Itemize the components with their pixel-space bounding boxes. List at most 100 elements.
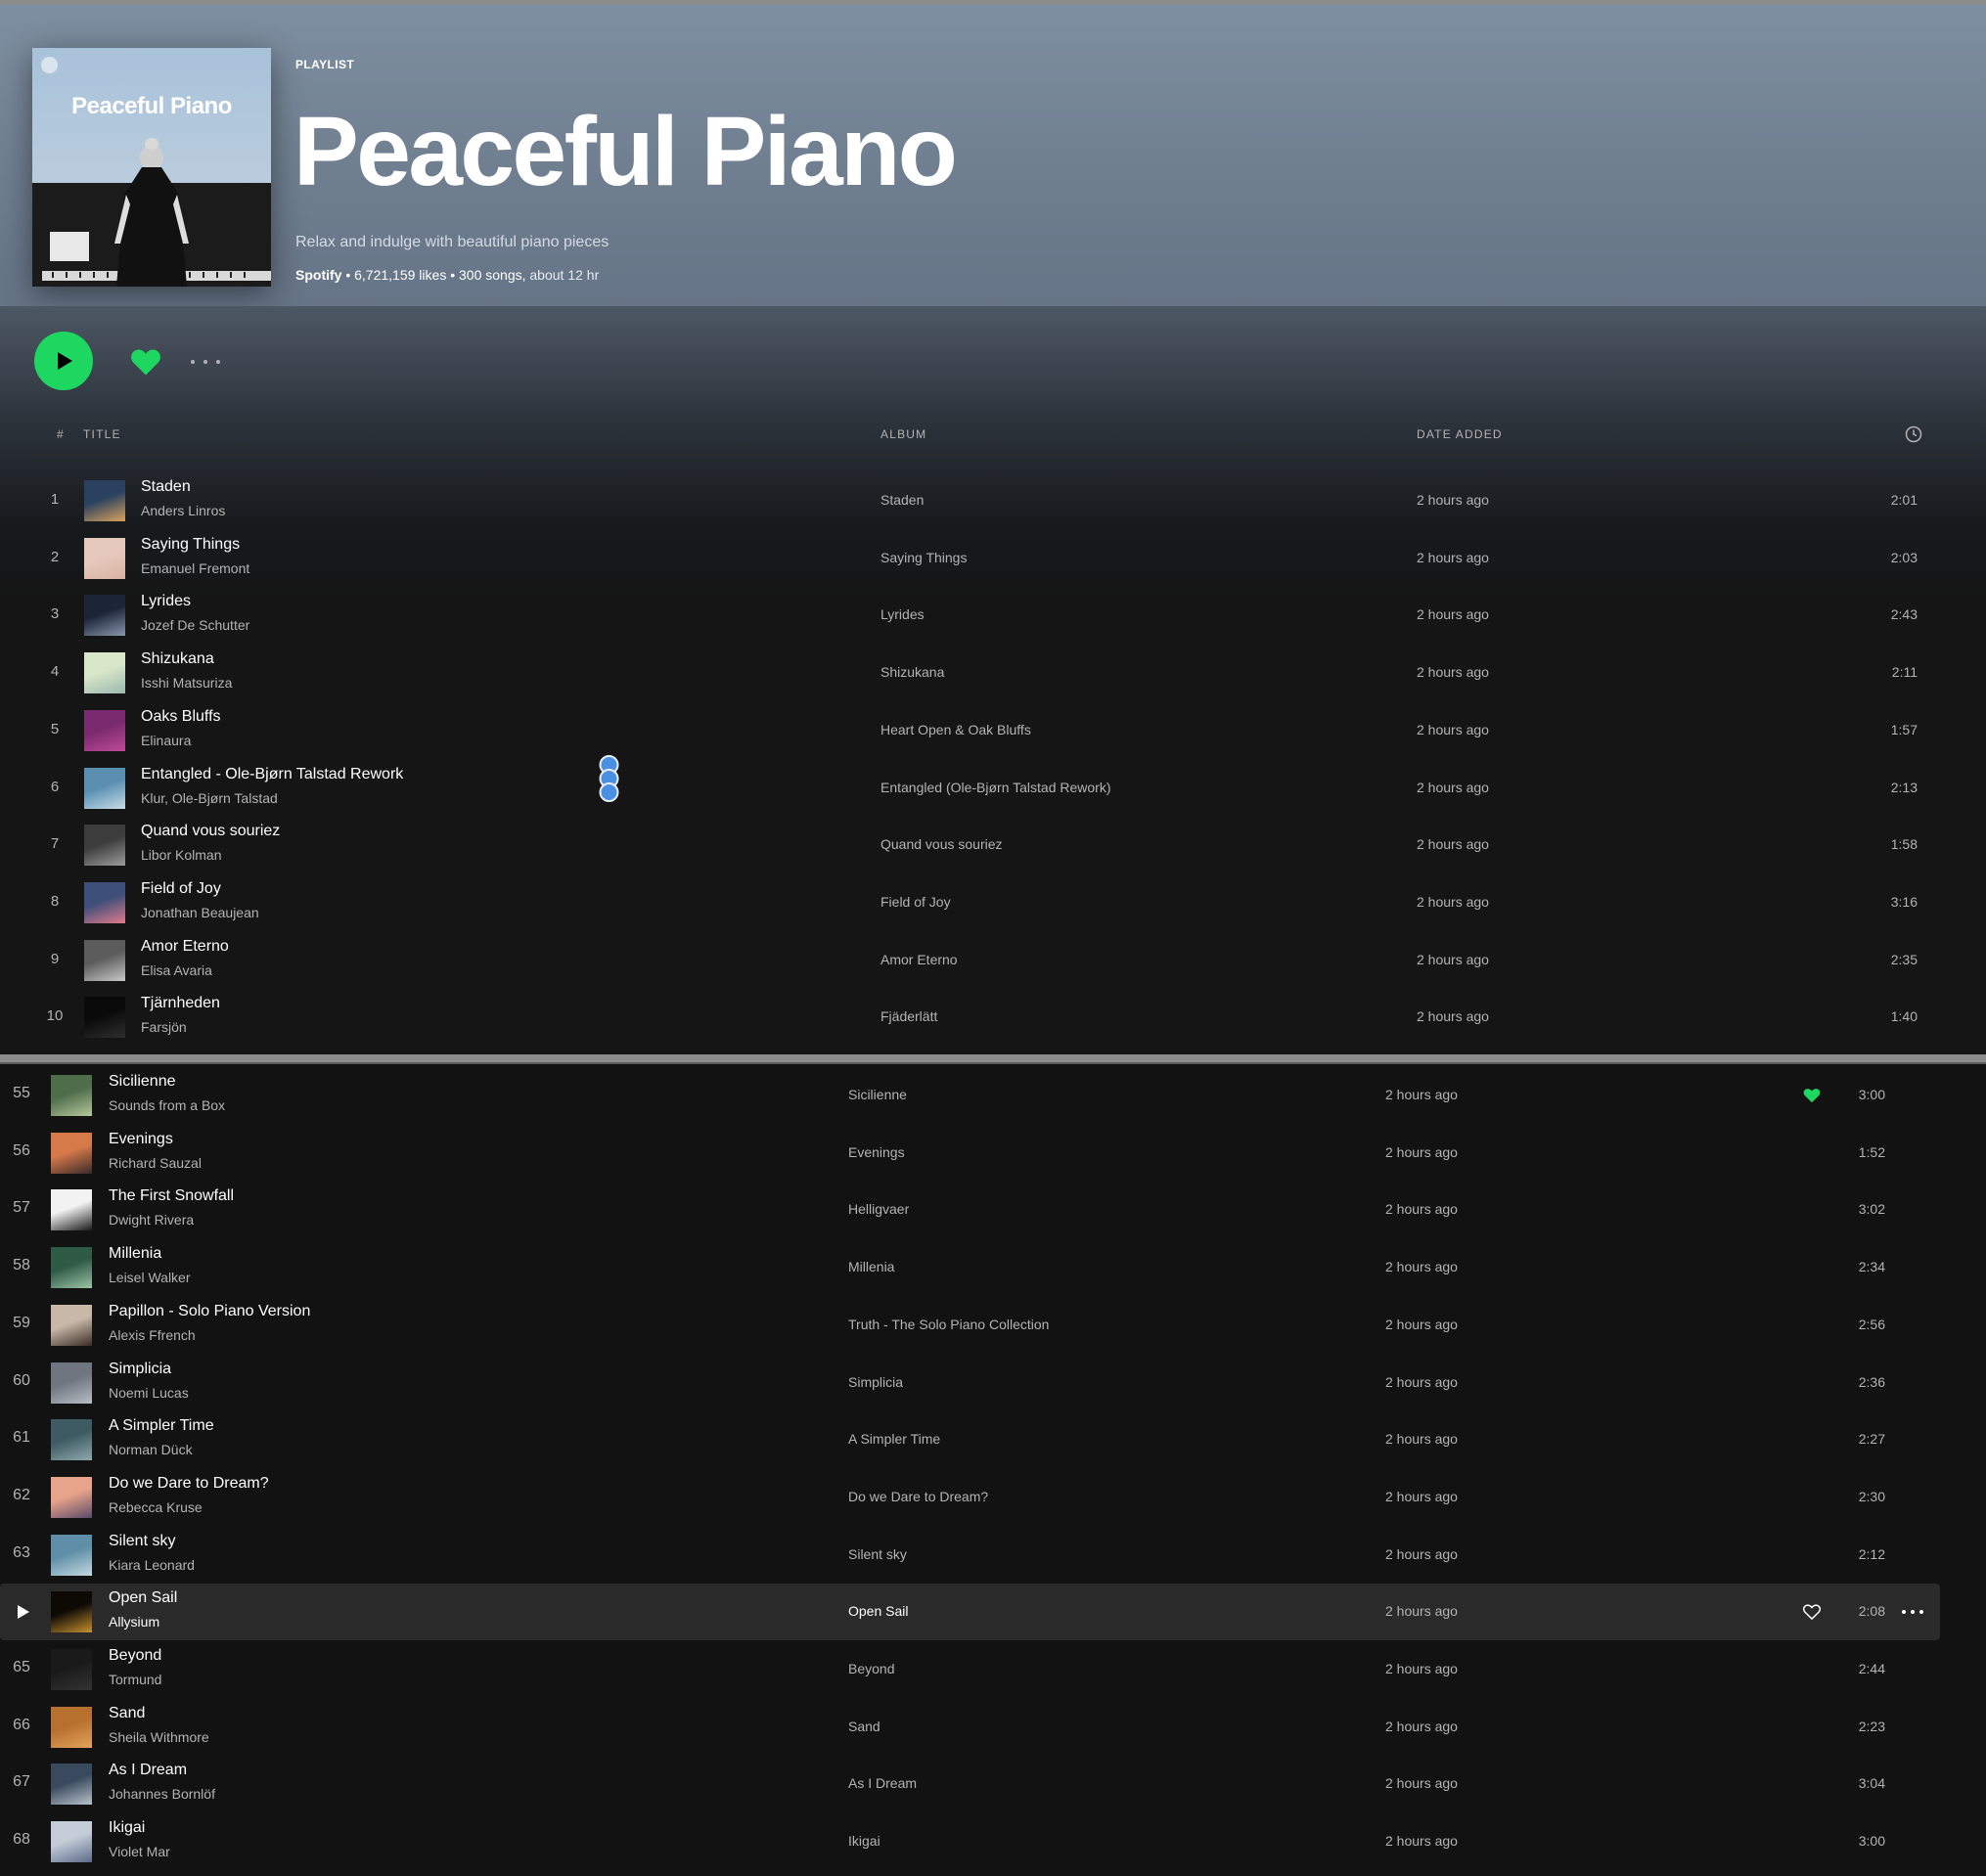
row-more-options-button[interactable]	[1902, 1601, 1923, 1623]
track-row[interactable]: 67 As I Dream Johannes Bornlöf As I Dream 2 …	[0, 1756, 1940, 1812]
heart-filled-icon[interactable]	[1802, 1086, 1822, 1105]
track-row[interactable]: 62 Do we Dare to Dream? Rebecca Kruse Do we…	[0, 1469, 1940, 1526]
track-album[interactable]: Staden	[880, 492, 924, 508]
track-row[interactable]: 2 Saying Things Emanuel Fremont Saying Thin…	[0, 530, 1986, 587]
track-row[interactable]: 6 Entangled - Ole-Bjørn Talstad Rework Klu…	[0, 760, 1986, 817]
owner-link[interactable]: Spotify	[295, 267, 341, 283]
track-title[interactable]: Sand	[109, 1705, 145, 1722]
playlist-cover[interactable]: Peaceful Piano	[32, 48, 271, 287]
track-album[interactable]: Truth - The Solo Piano Collection	[848, 1317, 1049, 1332]
track-album[interactable]: Do we Dare to Dream?	[848, 1489, 988, 1504]
clock-icon[interactable]	[1905, 425, 1922, 443]
track-album[interactable]: Silent sky	[848, 1546, 907, 1562]
heart-filled-icon[interactable]	[129, 345, 162, 379]
track-row[interactable]: 1 Staden Anders Linros Staden 2 hours ago 2:0…	[0, 472, 1986, 529]
track-title[interactable]: Oaks Bluffs	[141, 708, 221, 726]
track-row[interactable]: 3 Lyrides Jozef De Schutter Lyrides 2 hours …	[0, 587, 1986, 644]
track-album[interactable]: Field of Joy	[880, 894, 951, 910]
track-title[interactable]: Entangled - Ole-Bjørn Talstad Rework	[141, 766, 403, 783]
track-artist[interactable]: Sheila Withmore	[109, 1729, 209, 1745]
track-artist[interactable]: Klur, Ole-Bjørn Talstad	[141, 790, 278, 806]
track-artist[interactable]: Richard Sauzal	[109, 1155, 202, 1171]
track-title[interactable]: Beyond	[109, 1647, 161, 1665]
track-title[interactable]: Tjärnheden	[141, 995, 220, 1012]
track-title[interactable]: Lyrides	[141, 593, 191, 610]
track-title[interactable]: The First Snowfall	[109, 1187, 234, 1205]
track-album[interactable]: Sicilienne	[848, 1087, 907, 1102]
header-title[interactable]: TITLE	[83, 427, 121, 441]
header-date-added[interactable]: DATE ADDED	[1417, 427, 1503, 441]
track-title[interactable]: Silent sky	[109, 1533, 175, 1550]
track-album[interactable]: Ikigai	[848, 1833, 880, 1849]
track-album[interactable]: Sand	[848, 1719, 880, 1734]
track-artist[interactable]: Violet Mar	[109, 1844, 170, 1859]
track-row[interactable]: 10 Tjärnheden Farsjön Fjäderlätt 2 hours ago…	[0, 989, 1986, 1046]
track-row[interactable]: 9 Amor Eterno Elisa Avaria Amor Eterno 2 hou…	[0, 932, 1986, 989]
track-title[interactable]: Shizukana	[141, 650, 214, 668]
track-artist[interactable]: Kiara Leonard	[109, 1557, 195, 1573]
track-artist[interactable]: Norman Dück	[109, 1442, 193, 1457]
track-album[interactable]: Entangled (Ole-Bjørn Talstad Rework)	[880, 780, 1111, 795]
track-artist[interactable]: Tormund	[109, 1672, 161, 1687]
track-title[interactable]: Amor Eterno	[141, 938, 229, 956]
track-row[interactable]: 59 Papillon - Solo Piano Version Alexis Ff…	[0, 1297, 1940, 1354]
track-album[interactable]: A Simpler Time	[848, 1431, 940, 1447]
track-album[interactable]: Open Sail	[848, 1603, 908, 1619]
track-artist[interactable]: Anders Linros	[141, 503, 225, 518]
track-row[interactable]: 60 Simplicia Noemi Lucas Simplicia 2 hours a…	[0, 1355, 1940, 1411]
row-play-icon[interactable]	[14, 1603, 31, 1621]
track-artist[interactable]: Noemi Lucas	[109, 1385, 189, 1401]
track-album[interactable]: Evenings	[848, 1144, 905, 1160]
track-title[interactable]: Evenings	[109, 1131, 173, 1148]
track-artist[interactable]: Johannes Bornlöf	[109, 1786, 215, 1802]
track-title[interactable]: Millenia	[109, 1245, 161, 1263]
track-row[interactable]: 56 Evenings Richard Sauzal Evenings 2 hours …	[0, 1125, 1940, 1182]
track-album[interactable]: Helligvaer	[848, 1201, 909, 1217]
track-album[interactable]: Simplicia	[848, 1374, 903, 1390]
track-title[interactable]: Papillon - Solo Piano Version	[109, 1303, 310, 1320]
track-artist[interactable]: Libor Kolman	[141, 847, 222, 863]
track-row[interactable]: Open Sail Allysium Open Sail 2 hours ago 2:0…	[0, 1584, 1940, 1641]
track-row[interactable]: 61 A Simpler Time Norman Dück A Simpler Tim…	[0, 1411, 1940, 1468]
track-artist[interactable]: Leisel Walker	[109, 1270, 191, 1285]
track-row[interactable]: 65 Beyond Tormund Beyond 2 hours ago 2:44	[0, 1641, 1940, 1698]
track-album[interactable]: As I Dream	[848, 1775, 917, 1791]
track-album[interactable]: Fjäderlätt	[880, 1008, 937, 1024]
heart-outline-icon[interactable]	[1802, 1602, 1822, 1622]
track-row[interactable]: 55 Sicilienne Sounds from a Box Sicilienne 2…	[0, 1067, 1940, 1124]
track-title[interactable]: Staden	[141, 478, 191, 496]
track-title[interactable]: Simplicia	[109, 1361, 171, 1378]
track-row[interactable]: 57 The First Snowfall Dwight Rivera Helligv…	[0, 1182, 1940, 1238]
track-album[interactable]: Heart Open & Oak Bluffs	[880, 722, 1031, 737]
track-artist[interactable]: Elisa Avaria	[141, 962, 212, 978]
track-artist[interactable]: Alexis Ffrench	[109, 1327, 196, 1343]
track-artist[interactable]: Dwight Rivera	[109, 1212, 194, 1228]
track-artist[interactable]: Rebecca Kruse	[109, 1499, 203, 1515]
track-row[interactable]: 7 Quand vous souriez Libor Kolman Quand vou…	[0, 817, 1986, 873]
track-row[interactable]: 63 Silent sky Kiara Leonard Silent sky 2 hou…	[0, 1527, 1940, 1584]
track-artist[interactable]: Sounds from a Box	[109, 1097, 225, 1113]
track-row[interactable]: 5 Oaks Bluffs Elinaura Heart Open & Oak Blu…	[0, 702, 1986, 759]
track-album[interactable]: Saying Things	[880, 550, 967, 565]
track-album[interactable]: Amor Eterno	[880, 952, 958, 967]
track-title[interactable]: A Simpler Time	[109, 1417, 214, 1435]
more-options-button[interactable]	[191, 348, 220, 376]
track-artist[interactable]: Emanuel Fremont	[141, 560, 249, 576]
track-row[interactable]: 66 Sand Sheila Withmore Sand 2 hours ago 2:23	[0, 1699, 1940, 1756]
header-album[interactable]: ALBUM	[880, 427, 926, 441]
track-artist[interactable]: Allysium	[109, 1614, 159, 1630]
track-title[interactable]: Ikigai	[109, 1819, 145, 1837]
track-row[interactable]: 58 Millenia Leisel Walker Millenia 2 hours a…	[0, 1239, 1940, 1296]
track-title[interactable]: Do we Dare to Dream?	[109, 1475, 269, 1493]
track-title[interactable]: Quand vous souriez	[141, 823, 280, 840]
track-title[interactable]: Open Sail	[109, 1589, 177, 1607]
track-album[interactable]: Quand vous souriez	[880, 836, 1003, 852]
track-artist[interactable]: Jonathan Beaujean	[141, 905, 259, 920]
play-button[interactable]	[34, 332, 93, 390]
track-artist[interactable]: Isshi Matsuriza	[141, 675, 232, 691]
track-title[interactable]: Sicilienne	[109, 1073, 175, 1091]
track-row[interactable]: 4 Shizukana Isshi Matsuriza Shizukana 2 hour…	[0, 645, 1986, 701]
track-album[interactable]: Millenia	[848, 1259, 894, 1274]
track-row[interactable]: 68 Ikigai Violet Mar Ikigai 2 hours ago 3:00	[0, 1813, 1940, 1870]
track-artist[interactable]: Jozef De Schutter	[141, 617, 249, 633]
